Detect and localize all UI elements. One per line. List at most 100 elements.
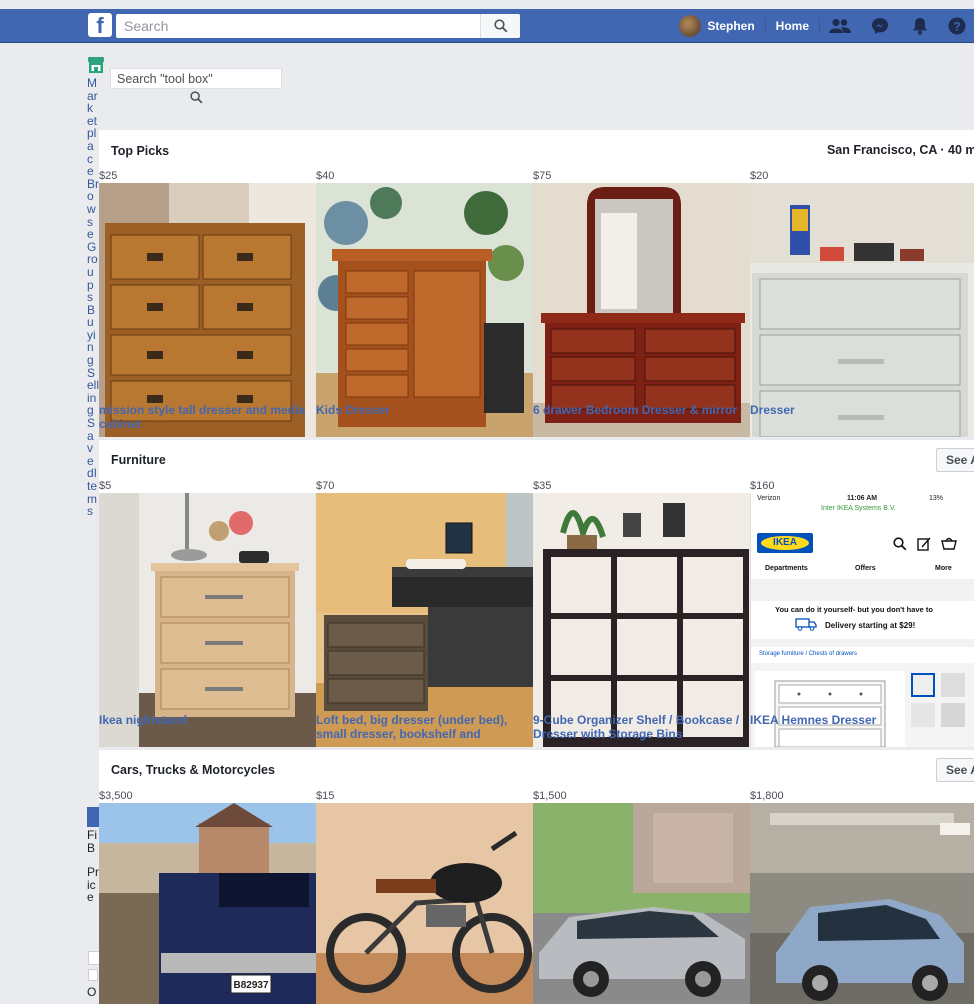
listing-photo[interactable] xyxy=(99,183,316,437)
listing-price: $15 xyxy=(316,790,335,802)
ikea-tab-departments: Departments xyxy=(765,565,808,572)
top-picks-section: Top Picks San Francisco, CA · 40 mi $25 xyxy=(99,130,974,437)
listing-price: $25 xyxy=(99,170,118,182)
loft-bed-photo xyxy=(316,493,533,747)
ikea-logo-icon: IKEA xyxy=(757,533,813,553)
listing-price: $5 xyxy=(99,480,112,492)
white-dresser-photo xyxy=(750,183,974,437)
silver-sedan-photo xyxy=(533,803,750,1004)
ikea-promo-text: You can do it yourself- but you don't ha… xyxy=(775,605,933,614)
see-all-vehicles-button[interactable]: See All xyxy=(936,758,974,782)
listing-photo[interactable] xyxy=(316,803,533,1004)
section-title: Furniture xyxy=(111,453,166,467)
listing-title[interactable]: mission style tall dresser and media cab… xyxy=(99,403,316,431)
left-navigation: MarketplaceBrowseGroupsBuyingSellingSave… xyxy=(87,56,104,518)
listing-photo[interactable] xyxy=(99,493,316,747)
tall-dresser-photo xyxy=(99,183,316,437)
pickup-truck-photo: B82937 xyxy=(99,803,316,1004)
listing-price: $160 xyxy=(750,480,775,492)
listing-photo[interactable]: Verizon 11:06 AM 13% Inter IKEA Systems … xyxy=(750,493,974,747)
listing-price: $20 xyxy=(750,170,769,182)
listing-photo[interactable] xyxy=(533,803,750,1004)
location-radius-link[interactable]: San Francisco, CA · 40 mi xyxy=(827,143,974,157)
user-avatar[interactable] xyxy=(679,15,702,37)
global-search-box xyxy=(116,14,520,38)
price-checkbox[interactable] xyxy=(88,969,98,981)
bell-icon xyxy=(913,18,927,35)
parking-garage-car-photo xyxy=(750,803,974,1004)
listing-photo[interactable] xyxy=(750,803,974,1004)
home-link[interactable]: Home xyxy=(766,9,819,43)
bedroom-dresser-mirror-photo xyxy=(533,183,750,437)
kids-dresser-photo xyxy=(316,183,533,437)
listing-photo[interactable] xyxy=(533,183,750,437)
listing-title[interactable]: Ikea nightstand xyxy=(99,713,316,727)
filter-label: O xyxy=(87,985,97,999)
listing-price: $3,500 xyxy=(99,790,133,802)
listing-title[interactable]: Loft bed, big dresser (under bed), small… xyxy=(316,713,533,741)
section-title: Top Picks xyxy=(111,144,170,158)
selected-nav-indicator xyxy=(87,807,99,827)
shopping-list-icon xyxy=(917,537,931,551)
help-icon: ? xyxy=(948,17,966,35)
ikea-tab-more: More xyxy=(935,565,952,572)
marketplace-nav-links[interactable]: MarketplaceBrowseGroupsBuyingSellingSave… xyxy=(87,77,99,518)
listing-title[interactable]: 9-Cube Organizer Shelf / Bookcase / Dres… xyxy=(533,713,750,741)
phone-carrier: Verizon xyxy=(757,495,781,502)
search-icon xyxy=(893,537,907,551)
help-button[interactable]: ? xyxy=(940,9,974,43)
listing-photo[interactable] xyxy=(316,493,533,747)
section-title: Cars, Trucks & Motorcycles xyxy=(111,763,275,777)
facebook-logo-icon[interactable]: f xyxy=(88,13,112,37)
listing-price: $75 xyxy=(533,170,552,182)
listing-title[interactable]: Kids Dresser xyxy=(316,403,533,417)
cube-organizer-photo xyxy=(533,493,750,747)
messenger-button[interactable] xyxy=(860,9,900,43)
nightstand-photo xyxy=(99,493,316,747)
global-search-button[interactable] xyxy=(480,14,520,38)
global-search-input[interactable] xyxy=(116,14,476,38)
marketplace-store-icon[interactable] xyxy=(87,56,105,74)
top-right-nav: Stephen Home ? xyxy=(679,9,974,43)
cart-icon xyxy=(941,537,957,550)
listing-price: $1,500 xyxy=(533,790,567,802)
marketplace-search-input[interactable] xyxy=(111,69,281,88)
ikea-divider xyxy=(751,639,974,647)
listing-price: $35 xyxy=(533,480,552,492)
messenger-icon xyxy=(872,18,888,34)
friends-icon xyxy=(829,18,851,33)
app-vendor: Inter IKEA Systems B.V. xyxy=(821,505,896,512)
listing-photo[interactable] xyxy=(316,183,533,437)
listing-title[interactable]: Dresser xyxy=(750,403,967,417)
delivery-truck-icon xyxy=(795,618,817,631)
listing-photo[interactable]: B82937 xyxy=(99,803,316,1004)
hemnes-dresser-image xyxy=(755,671,905,747)
notifications-button[interactable] xyxy=(900,9,940,43)
listing-title[interactable]: 6 drawer Bedroom Dresser & mirror xyxy=(533,403,750,417)
ikea-tab-offers: Offers xyxy=(855,565,876,572)
see-all-furniture-button[interactable]: See All xyxy=(936,448,974,472)
phone-battery: 13% xyxy=(929,495,944,502)
ikea-divider xyxy=(751,579,974,601)
search-icon[interactable] xyxy=(190,91,203,104)
marketplace-search-box xyxy=(110,68,282,89)
motorcycle-model-photo xyxy=(316,803,533,1004)
phone-time: 11:06 AM xyxy=(847,495,878,502)
furniture-section: Furniture See All $5 Ike xyxy=(99,440,974,747)
license-plate-text: B82937 xyxy=(233,980,268,991)
ikea-logo-text: IKEA xyxy=(761,536,809,550)
cars-trucks-motorcycles-section: Cars, Trucks & Motorcycles See All $3,50… xyxy=(99,750,974,1004)
listing-photo[interactable] xyxy=(750,183,974,437)
listing-price: $40 xyxy=(316,170,335,182)
ikea-thumb xyxy=(941,673,965,697)
friend-requests-button[interactable] xyxy=(820,9,860,43)
ikea-delivery-text: Delivery starting at $29! xyxy=(825,621,916,630)
top-navigation-bar: f Stephen Home ? xyxy=(0,9,974,43)
listing-title[interactable]: IKEA Hemnes Dresser xyxy=(750,713,967,727)
listing-price: $1,800 xyxy=(750,790,784,802)
listing-price: $70 xyxy=(316,480,335,492)
price-filter-label: Price xyxy=(87,865,99,905)
svg-text:?: ? xyxy=(953,19,960,33)
listing-photo[interactable] xyxy=(533,493,750,747)
profile-link[interactable]: Stephen xyxy=(707,9,764,43)
